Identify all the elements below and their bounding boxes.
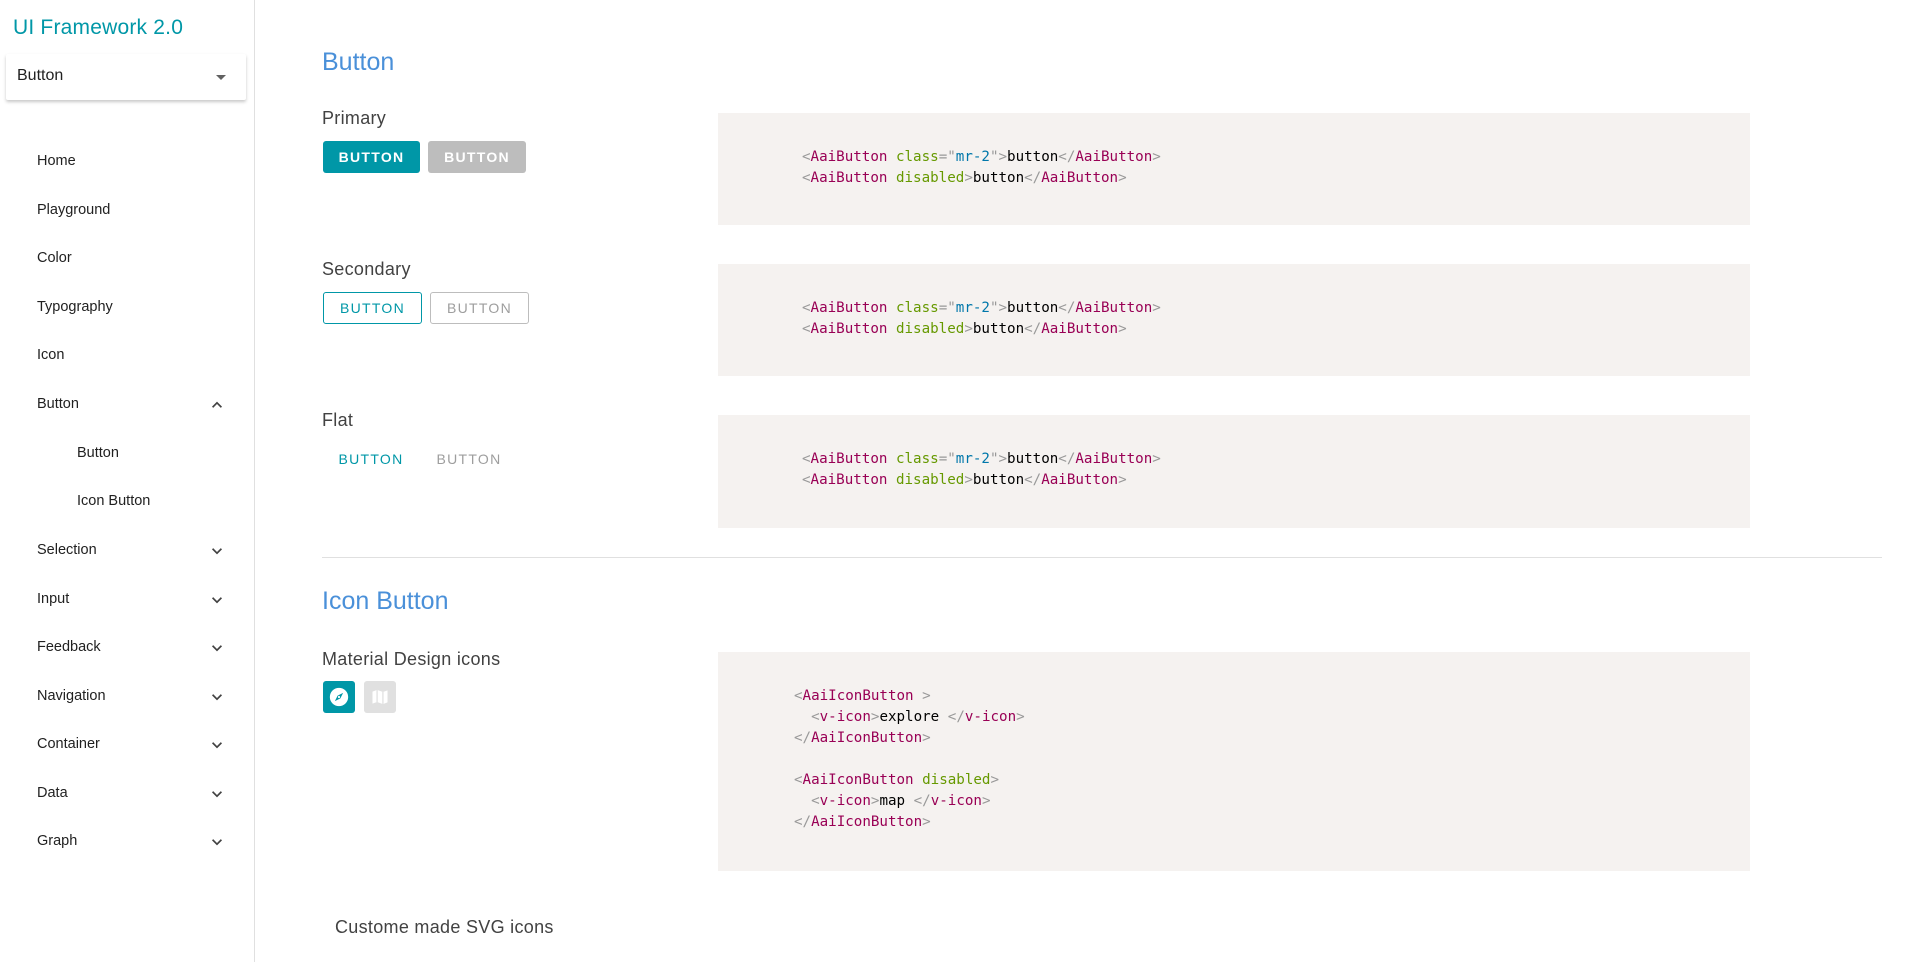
flat-button[interactable]: Button [326,443,416,475]
sidebar-item-label: Icon Button [77,493,151,509]
sidebar-item-playground[interactable]: Playground [0,189,240,233]
sidebar-item-container[interactable]: Container [0,723,240,767]
sidebar-item-label: Button [77,445,119,461]
sidebar-item-label: Data [37,785,68,801]
code-line: <AaiIconButton > [794,688,931,704]
compass-icon [329,687,349,707]
code-line: <AaiButton class="mr-2">button</AaiButto… [802,451,1161,467]
sidebar-item-label: Navigation [37,688,106,704]
heading-custom-svg-icons: Custome made SVG icons [335,917,554,937]
code-sample-icon-button: <AaiIconButton > <v-icon>explore </v-ico… [718,652,1750,871]
sidebar-item-label: Icon [37,347,65,363]
sidebar-item-label: Color [37,250,72,266]
sidebar-item-selection[interactable]: Selection [0,529,240,573]
sidebar-item-label: Feedback [37,639,101,655]
code-sample-secondary: <AaiButton class="mr-2">button</AaiButto… [718,264,1750,376]
primary-button-disabled: Button [428,141,526,173]
flat-button-disabled: Button [436,451,502,467]
sidebar-item-label: Typography [37,299,113,315]
code-line: <AaiButton disabled>button</AaiButton> [802,170,1127,186]
code-line: </AaiIconButton> [794,730,931,746]
sidebar-item-label: Home [37,153,76,169]
chevron-up-icon [212,401,222,408]
sidebar-item-label: Input [37,591,70,607]
code-sample-flat: <AaiButton class="mr-2">button</AaiButto… [718,415,1750,528]
page-select[interactable]: Button [6,54,246,100]
code-line: <AaiButton class="mr-2">button</AaiButto… [802,300,1161,316]
heading-primary: Primary [322,108,387,128]
sidebar-item-feedback[interactable]: Feedback [0,626,240,670]
caret-down-icon [216,75,226,80]
sidebar-item-color[interactable]: Color [0,237,240,281]
chevron-down-icon [212,548,222,555]
chevron-down-icon [212,742,222,749]
sidebar-item-data[interactable]: Data [0,772,240,816]
icon-button-explore[interactable] [323,681,355,713]
sidebar: UI Framework 2.0 Button Home Playground … [0,0,255,962]
code-sample-primary: <AaiButton class="mr-2">button</AaiButto… [718,113,1750,225]
sidebar-item-label: Button [37,396,79,412]
sidebar-item-label: Selection [37,542,97,558]
sidebar-subitem-button[interactable]: Button [0,432,240,476]
heading-secondary: Secondary [322,259,411,279]
sidebar-item-label: Container [37,736,100,752]
section-divider [322,557,1882,558]
sidebar-subitem-icon-button[interactable]: Icon Button [0,480,240,524]
sidebar-item-home[interactable]: Home [0,140,240,184]
primary-button[interactable]: Button [323,141,420,173]
code-line: <AaiButton class="mr-2">button</AaiButto… [802,149,1161,165]
heading-flat: Flat [322,410,354,430]
sidebar-item-typography[interactable]: Typography [0,286,240,330]
chevron-down-icon [212,597,222,604]
secondary-button[interactable]: Button [323,292,422,324]
map-icon [372,689,388,705]
sidebar-item-label: Playground [37,202,111,218]
code-line: <AaiIconButton disabled> [794,772,1000,788]
sidebar-item-graph[interactable]: Graph [0,820,240,864]
sidebar-item-label: Graph [37,833,78,849]
icon-button-map-disabled [364,681,396,713]
code-line: <v-icon>map </v-icon> [811,793,991,809]
page-select-value: Button [17,67,64,84]
heading-material-icons: Material Design icons [322,649,501,669]
sidebar-item-icon[interactable]: Icon [0,334,240,378]
sidebar-item-button[interactable]: Button [0,383,240,427]
code-line: <AaiButton disabled>button</AaiButton> [802,472,1127,488]
section-title-button: Button [322,48,395,76]
chevron-down-icon [212,645,222,652]
chevron-down-icon [212,839,222,846]
chevron-down-icon [212,694,222,701]
secondary-button-disabled: Button [430,292,529,324]
section-title-icon-button: Icon Button [322,587,449,615]
code-line: <v-icon>explore </v-icon> [811,709,1025,725]
sidebar-item-input[interactable]: Input [0,578,240,622]
code-line: </AaiIconButton> [794,814,931,830]
app-title[interactable]: UI Framework 2.0 [13,16,183,40]
chevron-down-icon [212,791,222,798]
code-line: <AaiButton disabled>button</AaiButton> [802,321,1127,337]
sidebar-item-navigation[interactable]: Navigation [0,675,240,719]
